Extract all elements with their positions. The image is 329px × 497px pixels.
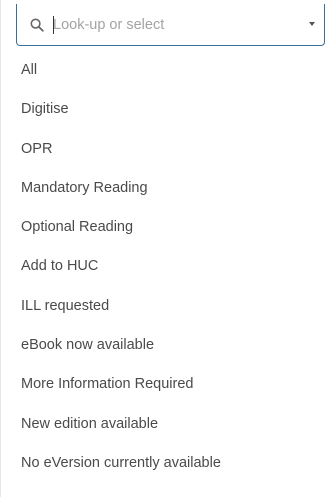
option-item[interactable]: Optional Reading	[0, 217, 329, 256]
option-item[interactable]: eBook now available	[0, 335, 329, 374]
option-item[interactable]: More Information Required	[0, 374, 329, 413]
chevron-down-icon[interactable]	[309, 22, 315, 26]
option-item[interactable]: New edition available	[0, 414, 329, 453]
option-list: All Digitise OPR Mandatory Reading Optio…	[0, 60, 329, 492]
lookup-select-combobox[interactable]	[16, 4, 325, 46]
option-item[interactable]: OPR	[0, 139, 329, 178]
search-icon	[30, 18, 44, 32]
option-item[interactable]: Digitise	[0, 99, 329, 138]
option-item[interactable]: No eVersion currently available	[0, 453, 329, 492]
text-cursor	[53, 16, 54, 34]
search-input[interactable]	[53, 13, 283, 37]
option-item[interactable]: Mandatory Reading	[0, 178, 329, 217]
option-item[interactable]: ILL requested	[0, 296, 329, 335]
option-item[interactable]: All	[0, 60, 329, 99]
option-item[interactable]: Add to HUC	[0, 256, 329, 295]
